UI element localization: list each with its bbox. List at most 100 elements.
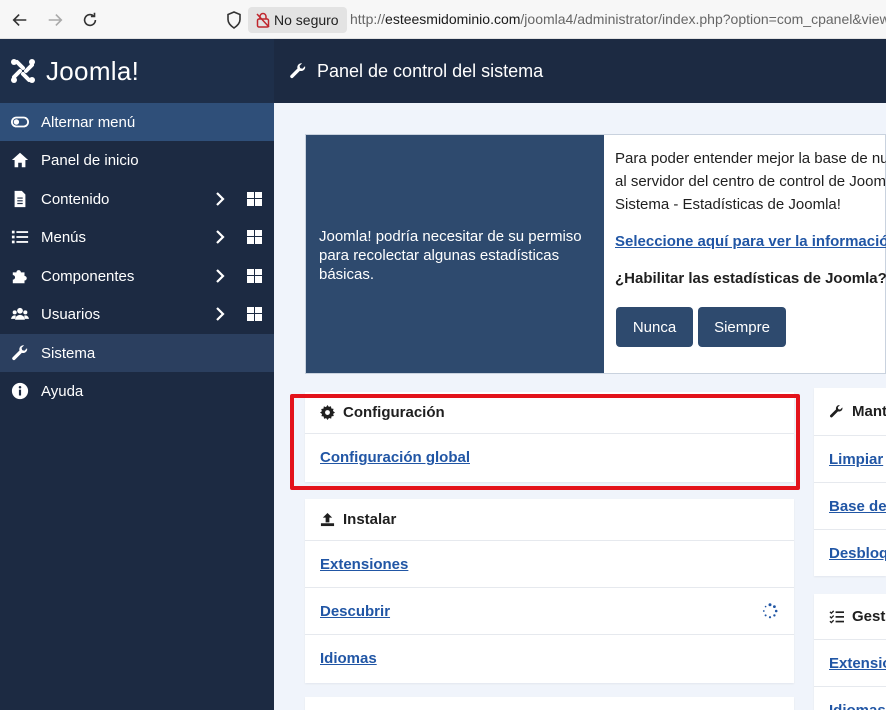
url-host: esteesmidominio.com [385,11,521,27]
chevron-right-icon[interactable] [213,191,227,207]
clear-cache-link[interactable]: Limpiar [829,451,883,468]
gear-icon [320,405,335,420]
chevron-right-icon[interactable] [213,306,227,322]
sidebar-item-content[interactable]: Contenido [0,180,274,218]
sidebar-item-label: Panel de inicio [41,151,139,169]
browser-toolbar: No seguro http://esteesmidominio.com/joo… [0,0,886,39]
sidebar-item-users[interactable]: Usuarios [0,295,274,333]
install-card: Instalar Extensiones Descubrir Idiomas [305,499,794,683]
dashboard-grid-icon[interactable] [247,269,262,283]
sidebar-item-label: Menús [41,228,87,246]
dashboard-grid-icon[interactable] [247,307,262,321]
wrench-icon [290,63,306,79]
sidebar-item-label: Ayuda [41,382,84,400]
config-card: Configuración Configuración global [305,392,794,482]
discover-link[interactable]: Descubrir [320,603,390,620]
next-card [305,697,794,710]
stats-question: ¿Habilitar las estadísticas de Joomla? [615,270,886,287]
info-icon [10,381,30,401]
brand-name: Joomla! [46,55,140,86]
card-title-text: Instalar [343,511,397,528]
manage-languages-link[interactable]: Idiomas [829,702,886,710]
stats-details: Para poder entender mejor la base de nu … [604,135,886,373]
sidebar-item-home-dashboard[interactable]: Panel de inicio [0,141,274,179]
list-icon [10,227,30,247]
sidebar-item-menus[interactable]: Menús [0,218,274,256]
card-title-text: Configuración [343,404,445,421]
joomla-logo-icon [11,59,35,83]
security-indicator[interactable]: No seguro [248,7,347,33]
extensions-link[interactable]: Extensiones [320,556,408,573]
sidebar-item-toggle-menu[interactable]: Alternar menú [0,103,274,141]
reload-button[interactable] [78,8,102,32]
wrench-icon [10,343,30,363]
security-label: No seguro [274,12,339,28]
manage-card: Gesti Extensio Idiomas [814,594,886,710]
maintenance-card: Mant Limpiar Base de Desbloq [814,388,886,576]
dashboard-grid-icon[interactable] [247,230,262,244]
toggle-icon [10,112,30,132]
card-title: Gesti [814,594,886,640]
broken-lock-icon [256,12,270,28]
list-item: Desbloq [814,530,886,577]
card-title-text: Gesti [852,608,886,625]
stats-text-line: Sistema - Estadísticas de Joomla! [615,196,841,213]
global-config-link[interactable]: Configuración global [320,449,470,466]
arrow-right-icon [48,14,63,26]
list-item: Base de [814,483,886,530]
card-title: Configuración [305,392,794,434]
sidebar: Joomla! Alternar menú Panel de inicio Co… [0,39,274,710]
languages-link[interactable]: Idiomas [320,650,377,667]
brand-logo[interactable]: Joomla! [0,39,274,103]
sidebar-item-system[interactable]: Sistema [0,334,274,372]
puzzle-icon [10,266,30,286]
list-item: Descubrir [305,588,794,635]
sidebar-item-help[interactable]: Ayuda [0,372,274,410]
upload-icon [320,512,335,527]
page-title: Panel de control del sistema [317,60,544,81]
list-item: Extensio [814,640,886,687]
sidebar-item-label: Componentes [41,267,135,285]
shield-icon[interactable] [224,10,244,30]
page-header: Panel de control del sistema [274,39,886,103]
never-button[interactable]: Nunca [616,307,693,347]
list-item: Configuración global [305,434,794,481]
loading-spinner-icon [762,603,778,619]
stats-text-line: Para poder entender mejor la base de nu [615,150,886,167]
unlock-link[interactable]: Desbloq [829,545,886,562]
dashboard-grid-icon[interactable] [247,192,262,206]
stats-intro: Joomla! podría necesitar de su permiso p… [306,135,604,373]
users-icon [10,304,30,324]
file-icon [10,189,30,209]
sidebar-item-label: Sistema [41,344,96,362]
database-link[interactable]: Base de [829,498,886,515]
sidebar-item-label: Usuarios [41,305,101,323]
list-item: Idiomas [305,635,794,682]
reload-icon [83,12,97,27]
checklist-icon [829,610,844,624]
url-path: /joomla4/administrator/index.php?option=… [520,11,886,27]
manage-extensions-link[interactable]: Extensio [829,655,886,672]
url-prefix: http:// [350,11,386,27]
card-title: Mant [814,388,886,436]
chevron-right-icon[interactable] [213,229,227,245]
list-item: Limpiar [814,436,886,483]
arrow-left-icon [12,14,27,26]
forward-button[interactable] [43,8,67,32]
stats-message: Joomla! podría necesitar de su permiso p… [305,134,886,374]
wrench-icon [830,405,843,418]
stats-info-link[interactable]: Seleccione aquí para ver la información [615,230,886,253]
stats-text-line: al servidor del centro de control de Joo… [615,173,886,190]
chevron-right-icon[interactable] [213,268,227,284]
list-item: Extensiones [305,541,794,588]
sidebar-item-label: Contenido [41,190,110,208]
always-button[interactable]: Siempre [698,307,786,347]
home-icon [10,150,30,170]
card-title-text: Mant [852,403,886,420]
address-bar[interactable]: http://esteesmidominio.com/joomla4/admin… [350,11,886,27]
sidebar-item-label: Alternar menú [41,113,136,131]
sidebar-item-components[interactable]: Componentes [0,257,274,295]
list-item: Idiomas [814,687,886,710]
card-title: Instalar [305,499,794,541]
back-button[interactable] [8,8,32,32]
